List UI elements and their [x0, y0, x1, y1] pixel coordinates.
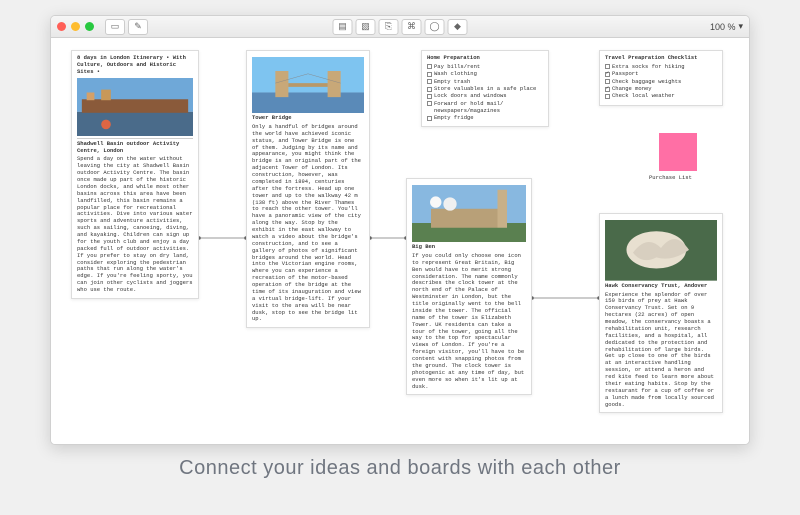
- zoom-control[interactable]: 100 % ▾: [710, 21, 743, 32]
- close-icon[interactable]: [57, 22, 66, 31]
- checkbox-icon[interactable]: [427, 87, 432, 92]
- checkbox-icon[interactable]: [427, 94, 432, 99]
- sidebar-toggle-button[interactable]: ▭: [105, 19, 125, 35]
- link-icon[interactable]: ⌘: [402, 19, 422, 35]
- purchase-list-label: Purchase List: [649, 174, 692, 181]
- card-tower-bridge[interactable]: Tower Bridge Only a handful of bridges a…: [246, 50, 370, 328]
- card-title: Shadwell Basin outdoor Activity Centre, …: [77, 141, 193, 155]
- minimize-icon[interactable]: [71, 22, 80, 31]
- card-body: Spend a day on the water without leaving…: [77, 156, 193, 294]
- toolbar-center: ▤ ▧ ⎘ ⌘ ◯ ◆: [333, 19, 468, 35]
- compose-button[interactable]: ✎: [128, 19, 148, 35]
- titlebar: ▭ ✎ ▤ ▧ ⎘ ⌘ ◯ ◆ 100 % ▾: [51, 16, 749, 38]
- image-big-ben: [412, 185, 526, 242]
- window-controls: [57, 22, 94, 31]
- attachment-icon[interactable]: ⎘: [379, 19, 399, 35]
- copy-icon[interactable]: ▧: [356, 19, 376, 35]
- card-title: Big Ben: [412, 244, 526, 251]
- checklist-label: Empty fridge: [434, 115, 474, 122]
- shape-icon[interactable]: ◯: [425, 19, 445, 35]
- checkbox-icon[interactable]: [427, 64, 432, 69]
- card-header: 8 days in London Itinerary • With Cultur…: [77, 55, 193, 76]
- card-body: Only a handful of bridges around the wor…: [252, 124, 364, 323]
- checkbox-icon[interactable]: [605, 79, 610, 84]
- fullscreen-icon[interactable]: [85, 22, 94, 31]
- checkbox-icon[interactable]: [427, 101, 432, 106]
- marketing-caption: Connect your ideas and boards with each …: [0, 457, 800, 480]
- zoom-level: 100 %: [710, 22, 736, 32]
- checklist: Extra socks for hikingPassportCheck bagg…: [605, 64, 717, 100]
- checklist-item[interactable]: Check local weather: [605, 93, 717, 100]
- app-window: ▭ ✎ ▤ ▧ ⎘ ⌘ ◯ ◆ 100 % ▾ 8 days in London…: [50, 15, 750, 445]
- checkbox-icon[interactable]: [605, 64, 610, 69]
- card-title: Travel Preapration Checklist: [605, 55, 717, 62]
- chevron-down-icon: ▾: [738, 21, 743, 32]
- checklist-label: Check local weather: [612, 93, 675, 100]
- card-body: If you could only choose one icon to rep…: [412, 253, 526, 391]
- image-waterfront: [77, 78, 193, 136]
- checklist-label: Forward or hold mail/ newspapers/magazin…: [434, 101, 503, 115]
- card-title: Hawk Conservancy Trust, Andover: [605, 283, 717, 290]
- card-title: Home Preparation: [427, 55, 543, 62]
- card-travel-checklist[interactable]: Travel Preapration Checklist Extra socks…: [599, 50, 723, 106]
- card-title: Tower Bridge: [252, 115, 364, 122]
- clipboard-icon[interactable]: ▤: [333, 19, 353, 35]
- checkbox-icon[interactable]: [427, 79, 432, 84]
- checklist: Pay bills/rentWash clothingEmpty trashSt…: [427, 64, 543, 122]
- checklist-item[interactable]: Empty fridge: [427, 115, 543, 122]
- image-tower-bridge: [252, 57, 364, 113]
- card-body: Experience the splendor of over 150 bird…: [605, 292, 717, 409]
- card-big-ben[interactable]: Big Ben If you could only choose one ico…: [406, 178, 532, 395]
- checkbox-icon[interactable]: [427, 116, 432, 121]
- image-hawk: [605, 220, 717, 281]
- card-purchase-list[interactable]: [659, 133, 697, 171]
- checkbox-icon[interactable]: [605, 87, 610, 92]
- checkbox-icon[interactable]: [605, 94, 610, 99]
- checkbox-icon[interactable]: [427, 72, 432, 77]
- card-home-prep[interactable]: Home Preparation Pay bills/rentWash clot…: [421, 50, 549, 127]
- checklist-item[interactable]: Forward or hold mail/ newspapers/magazin…: [427, 101, 543, 115]
- checkbox-icon[interactable]: [605, 72, 610, 77]
- tag-icon[interactable]: ◆: [448, 19, 468, 35]
- canvas[interactable]: 8 days in London Itinerary • With Cultur…: [51, 38, 749, 444]
- card-shadwell[interactable]: 8 days in London Itinerary • With Cultur…: [71, 50, 199, 299]
- card-hawk[interactable]: Hawk Conservancy Trust, Andover Experien…: [599, 213, 723, 413]
